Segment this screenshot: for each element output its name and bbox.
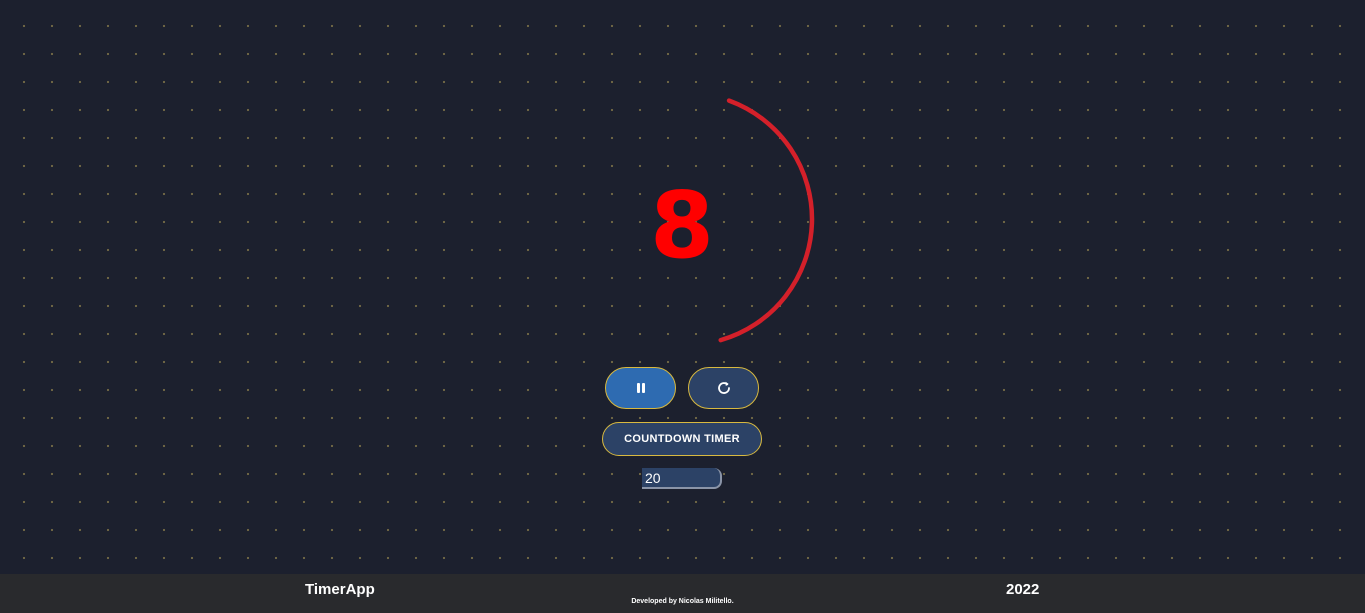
footer-brand: TimerApp xyxy=(305,581,375,598)
footer-credit: Developed by Nicolas Militello. xyxy=(631,598,734,605)
duration-input[interactable] xyxy=(642,468,722,489)
countdown-timer-button[interactable]: COUNTDOWN TIMER xyxy=(602,422,762,456)
timer-area: 8 COUNTDOWN TIMER xyxy=(0,0,1365,574)
pause-icon xyxy=(636,383,645,393)
footer-year: 2022 xyxy=(1006,581,1040,598)
countdown-display: 8 xyxy=(649,172,714,279)
pause-button[interactable] xyxy=(605,367,676,409)
reset-button[interactable] xyxy=(688,367,759,409)
footer: TimerApp 2022 Developed by Nicolas Milit… xyxy=(0,574,1365,613)
refresh-icon xyxy=(717,381,730,394)
